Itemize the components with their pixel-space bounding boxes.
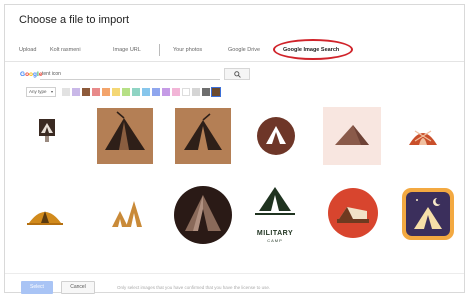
search-button[interactable]	[224, 68, 250, 80]
footer-divider	[5, 273, 464, 274]
result-item[interactable]	[401, 187, 455, 241]
tab-image-url[interactable]: Image URL	[113, 42, 141, 58]
chevron-down-icon: ▾	[50, 89, 53, 94]
color-swatch[interactable]	[122, 88, 130, 96]
license-note: Only select images that you have confirm…	[117, 285, 271, 290]
type-select[interactable]: Any type ▾	[26, 87, 56, 97]
tab-google-drive[interactable]: Google Drive	[228, 42, 260, 58]
result-item[interactable]: MILITARY CAMP	[253, 185, 297, 247]
color-swatch[interactable]	[202, 88, 210, 96]
result-item[interactable]	[97, 108, 153, 164]
color-swatch[interactable]	[162, 88, 170, 96]
dome-tent-icon	[409, 130, 437, 145]
color-swatch[interactable]	[192, 88, 200, 96]
color-swatch[interactable]	[132, 88, 140, 96]
color-swatches	[62, 87, 221, 97]
small-tents-icon	[112, 201, 142, 227]
dialog-title: Choose a file to import	[19, 14, 130, 26]
color-swatch[interactable]	[62, 88, 70, 96]
red-circle-tent-icon	[328, 188, 378, 238]
military-camp-icon	[255, 187, 295, 215]
orange-tent-icon	[27, 211, 63, 225]
night-tent-circle-icon	[174, 186, 232, 244]
result-item[interactable]	[35, 117, 59, 145]
color-swatch[interactable]	[152, 88, 160, 96]
color-swatch[interactable]	[102, 88, 110, 96]
search-input[interactable]	[40, 68, 220, 80]
result-item[interactable]	[173, 185, 233, 245]
select-button[interactable]: Select	[21, 281, 53, 294]
tab-take-photo[interactable]: Kolt rasmeni	[50, 42, 81, 58]
tab-upload[interactable]: Upload	[19, 42, 36, 58]
result-item[interactable]	[323, 107, 381, 165]
color-swatch[interactable]	[182, 88, 190, 96]
military-caption: MILITARY	[256, 230, 294, 237]
result-item[interactable]	[175, 108, 231, 164]
tab-bar: Upload Kolt rasmeni Image URL Your photo…	[5, 42, 464, 58]
color-swatch[interactable]	[72, 88, 80, 96]
tent-moon-icon	[402, 188, 454, 240]
result-item[interactable]	[405, 119, 441, 151]
brown-tent-square-icon	[97, 108, 153, 164]
color-swatch[interactable]	[92, 88, 100, 96]
result-item[interactable]	[110, 197, 144, 231]
color-swatch[interactable]	[142, 88, 150, 96]
result-item[interactable]	[327, 187, 379, 239]
tabs-divider	[5, 61, 464, 62]
highlight-annotation	[273, 39, 353, 60]
color-swatch[interactable]	[172, 88, 180, 96]
tab-your-photos[interactable]: Your photos	[173, 42, 202, 58]
color-swatch[interactable]	[82, 88, 90, 96]
result-item[interactable]	[25, 201, 65, 227]
cancel-button[interactable]: Cancel	[61, 281, 95, 294]
tent-on-sign-icon	[39, 119, 55, 142]
pink-tent-icon	[323, 107, 381, 165]
result-item[interactable]	[256, 116, 296, 156]
search-icon	[233, 70, 241, 78]
color-swatch[interactable]	[112, 88, 120, 96]
type-select-label: Any type	[29, 89, 47, 94]
tent-circle-icon	[257, 117, 295, 155]
camp-caption: CAMP	[267, 238, 283, 243]
import-dialog: Choose a file to import Upload Kolt rasm…	[4, 4, 465, 294]
color-swatch[interactable]	[211, 87, 221, 97]
tab-separator	[159, 44, 160, 56]
brown-tent-square-icon	[175, 108, 231, 164]
